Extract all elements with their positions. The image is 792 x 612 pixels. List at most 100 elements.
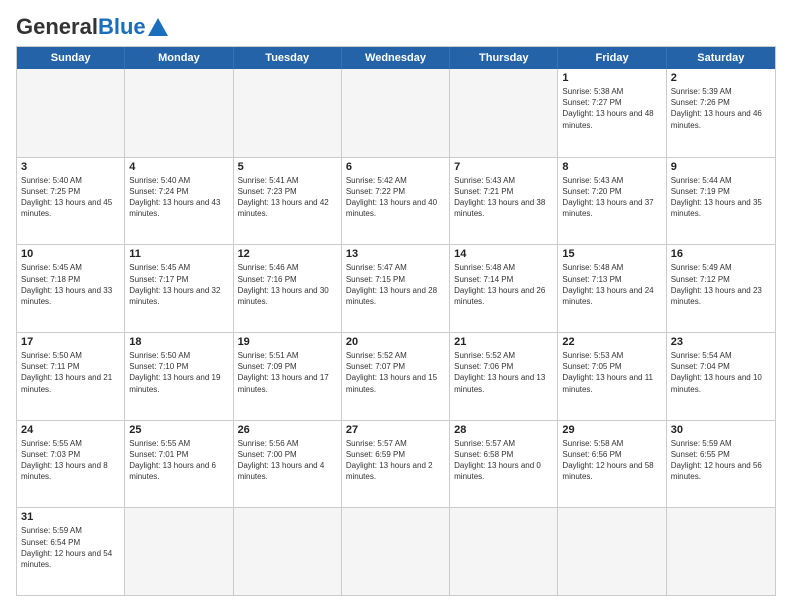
calendar-cell: 31Sunrise: 5:59 AMSunset: 6:54 PMDayligh… — [17, 508, 125, 595]
day-number: 25 — [129, 424, 228, 436]
day-number: 21 — [454, 336, 553, 348]
day-number: 27 — [346, 424, 445, 436]
sun-info: Sunrise: 5:53 AMSunset: 7:05 PMDaylight:… — [562, 350, 661, 395]
calendar-week-6: 31Sunrise: 5:59 AMSunset: 6:54 PMDayligh… — [17, 507, 775, 595]
sun-info: Sunrise: 5:58 AMSunset: 6:56 PMDaylight:… — [562, 438, 661, 483]
header-day-tuesday: Tuesday — [234, 47, 342, 69]
day-number: 10 — [21, 248, 120, 260]
day-number: 24 — [21, 424, 120, 436]
day-number: 16 — [671, 248, 771, 260]
calendar-cell: 20Sunrise: 5:52 AMSunset: 7:07 PMDayligh… — [342, 333, 450, 420]
day-number: 7 — [454, 161, 553, 173]
calendar-cell: 28 Sunrise: 5:57 AMSunset: 6:58 PMDayligh… — [450, 421, 558, 508]
sun-info: Sunrise: 5:56 AMSunset: 7:00 PMDaylight:… — [238, 438, 337, 483]
sun-info: Sunrise: 5:59 AMSunset: 6:55 PMDaylight:… — [671, 438, 771, 483]
calendar-cell: 23 Sunrise: 5:54 AMSunset: 7:04 PMDayligh… — [667, 333, 775, 420]
day-number: 11 — [129, 248, 228, 260]
day-number: 20 — [346, 336, 445, 348]
sun-info: Sunrise: 5:45 AMSunset: 7:17 PMDaylight:… — [129, 262, 228, 307]
calendar-header: SundayMondayTuesdayWednesdayThursdayFrid… — [17, 47, 775, 69]
sun-info: Sunrise: 5:43 AMSunset: 7:21 PMDaylight:… — [454, 175, 553, 220]
sun-info: Sunrise: 5:50 AMSunset: 7:11 PMDaylight:… — [21, 350, 120, 395]
calendar-cell: 14Sunrise: 5:48 AMSunset: 7:14 PMDayligh… — [450, 245, 558, 332]
calendar-cell: 9 Sunrise: 5:44 AMSunset: 7:19 PMDaylight… — [667, 158, 775, 245]
calendar-week-5: 24 Sunrise: 5:55 AMSunset: 7:03 PMDayligh… — [17, 420, 775, 508]
day-number: 3 — [21, 161, 120, 173]
sun-info: Sunrise: 5:51 AMSunset: 7:09 PMDaylight:… — [238, 350, 337, 395]
logo-text: GeneralBlue — [16, 16, 146, 38]
header-day-thursday: Thursday — [450, 47, 558, 69]
day-number: 9 — [671, 161, 771, 173]
calendar-cell: 2 Sunrise: 5:39 AMSunset: 7:26 PMDaylight… — [667, 69, 775, 157]
sun-info: Sunrise: 5:43 AMSunset: 7:20 PMDaylight:… — [562, 175, 661, 220]
day-number: 19 — [238, 336, 337, 348]
day-number: 30 — [671, 424, 771, 436]
sun-info: Sunrise: 5:57 AMSunset: 6:58 PMDaylight:… — [454, 438, 553, 483]
day-number: 6 — [346, 161, 445, 173]
day-number: 4 — [129, 161, 228, 173]
day-number: 22 — [562, 336, 661, 348]
sun-info: Sunrise: 5:47 AMSunset: 7:15 PMDaylight:… — [346, 262, 445, 307]
calendar-cell: 1Sunrise: 5:38 AMSunset: 7:27 PMDaylight… — [558, 69, 666, 157]
calendar-cell — [667, 508, 775, 595]
calendar-cell: 10 Sunrise: 5:45 AMSunset: 7:18 PMDayligh… — [17, 245, 125, 332]
calendar-cell — [558, 508, 666, 595]
calendar-cell — [17, 69, 125, 157]
page: GeneralBlue SundayMondayTuesdayWednesday… — [0, 0, 792, 612]
calendar-cell: 22 Sunrise: 5:53 AMSunset: 7:05 PMDayligh… — [558, 333, 666, 420]
header: GeneralBlue — [16, 16, 776, 38]
calendar-cell: 19 Sunrise: 5:51 AMSunset: 7:09 PMDayligh… — [234, 333, 342, 420]
calendar-cell — [450, 69, 558, 157]
day-number: 23 — [671, 336, 771, 348]
sun-info: Sunrise: 5:49 AMSunset: 7:12 PMDaylight:… — [671, 262, 771, 307]
sun-info: Sunrise: 5:39 AMSunset: 7:26 PMDaylight:… — [671, 86, 771, 131]
day-number: 2 — [671, 72, 771, 84]
calendar-cell — [234, 508, 342, 595]
sun-info: Sunrise: 5:46 AMSunset: 7:16 PMDaylight:… — [238, 262, 337, 307]
calendar-cell: 25 Sunrise: 5:55 AMSunset: 7:01 PMDayligh… — [125, 421, 233, 508]
calendar-cell: 24 Sunrise: 5:55 AMSunset: 7:03 PMDayligh… — [17, 421, 125, 508]
calendar-week-1: 1Sunrise: 5:38 AMSunset: 7:27 PMDaylight… — [17, 69, 775, 157]
sun-info: Sunrise: 5:40 AMSunset: 7:25 PMDaylight:… — [21, 175, 120, 220]
day-number: 31 — [21, 511, 120, 523]
calendar-body: 1Sunrise: 5:38 AMSunset: 7:27 PMDaylight… — [17, 69, 775, 595]
logo-triangle-icon — [148, 18, 168, 36]
calendar-week-3: 10 Sunrise: 5:45 AMSunset: 7:18 PMDayligh… — [17, 244, 775, 332]
calendar-cell: 17 Sunrise: 5:50 AMSunset: 7:11 PMDayligh… — [17, 333, 125, 420]
sun-info: Sunrise: 5:50 AMSunset: 7:10 PMDaylight:… — [129, 350, 228, 395]
calendar-cell — [125, 69, 233, 157]
logo-general: General — [16, 14, 98, 39]
sun-info: Sunrise: 5:55 AMSunset: 7:01 PMDaylight:… — [129, 438, 228, 483]
day-number: 17 — [21, 336, 120, 348]
calendar: SundayMondayTuesdayWednesdayThursdayFrid… — [16, 46, 776, 596]
calendar-cell: 18 Sunrise: 5:50 AMSunset: 7:10 PMDayligh… — [125, 333, 233, 420]
header-day-saturday: Saturday — [667, 47, 775, 69]
calendar-cell: 15Sunrise: 5:48 AMSunset: 7:13 PMDayligh… — [558, 245, 666, 332]
sun-info: Sunrise: 5:54 AMSunset: 7:04 PMDaylight:… — [671, 350, 771, 395]
sun-info: Sunrise: 5:48 AMSunset: 7:14 PMDaylight:… — [454, 262, 553, 307]
calendar-cell: 7 Sunrise: 5:43 AMSunset: 7:21 PMDaylight… — [450, 158, 558, 245]
day-number: 8 — [562, 161, 661, 173]
calendar-cell: 29Sunrise: 5:58 AMSunset: 6:56 PMDayligh… — [558, 421, 666, 508]
calendar-cell — [342, 508, 450, 595]
sun-info: Sunrise: 5:41 AMSunset: 7:23 PMDaylight:… — [238, 175, 337, 220]
sun-info: Sunrise: 5:55 AMSunset: 7:03 PMDaylight:… — [21, 438, 120, 483]
calendar-cell: 30 Sunrise: 5:59 AMSunset: 6:55 PMDayligh… — [667, 421, 775, 508]
day-number: 26 — [238, 424, 337, 436]
sun-info: Sunrise: 5:44 AMSunset: 7:19 PMDaylight:… — [671, 175, 771, 220]
calendar-cell — [450, 508, 558, 595]
sun-info: Sunrise: 5:45 AMSunset: 7:18 PMDaylight:… — [21, 262, 120, 307]
calendar-cell — [234, 69, 342, 157]
day-number: 18 — [129, 336, 228, 348]
calendar-cell: 27Sunrise: 5:57 AMSunset: 6:59 PMDayligh… — [342, 421, 450, 508]
header-day-sunday: Sunday — [17, 47, 125, 69]
sun-info: Sunrise: 5:38 AMSunset: 7:27 PMDaylight:… — [562, 86, 661, 131]
day-number: 28 — [454, 424, 553, 436]
calendar-cell: 8 Sunrise: 5:43 AMSunset: 7:20 PMDaylight… — [558, 158, 666, 245]
header-day-wednesday: Wednesday — [342, 47, 450, 69]
calendar-cell: 12Sunrise: 5:46 AMSunset: 7:16 PMDayligh… — [234, 245, 342, 332]
day-number: 15 — [562, 248, 661, 260]
calendar-cell: 26 Sunrise: 5:56 AMSunset: 7:00 PMDayligh… — [234, 421, 342, 508]
calendar-cell: 21Sunrise: 5:52 AMSunset: 7:06 PMDayligh… — [450, 333, 558, 420]
calendar-cell: 13Sunrise: 5:47 AMSunset: 7:15 PMDayligh… — [342, 245, 450, 332]
